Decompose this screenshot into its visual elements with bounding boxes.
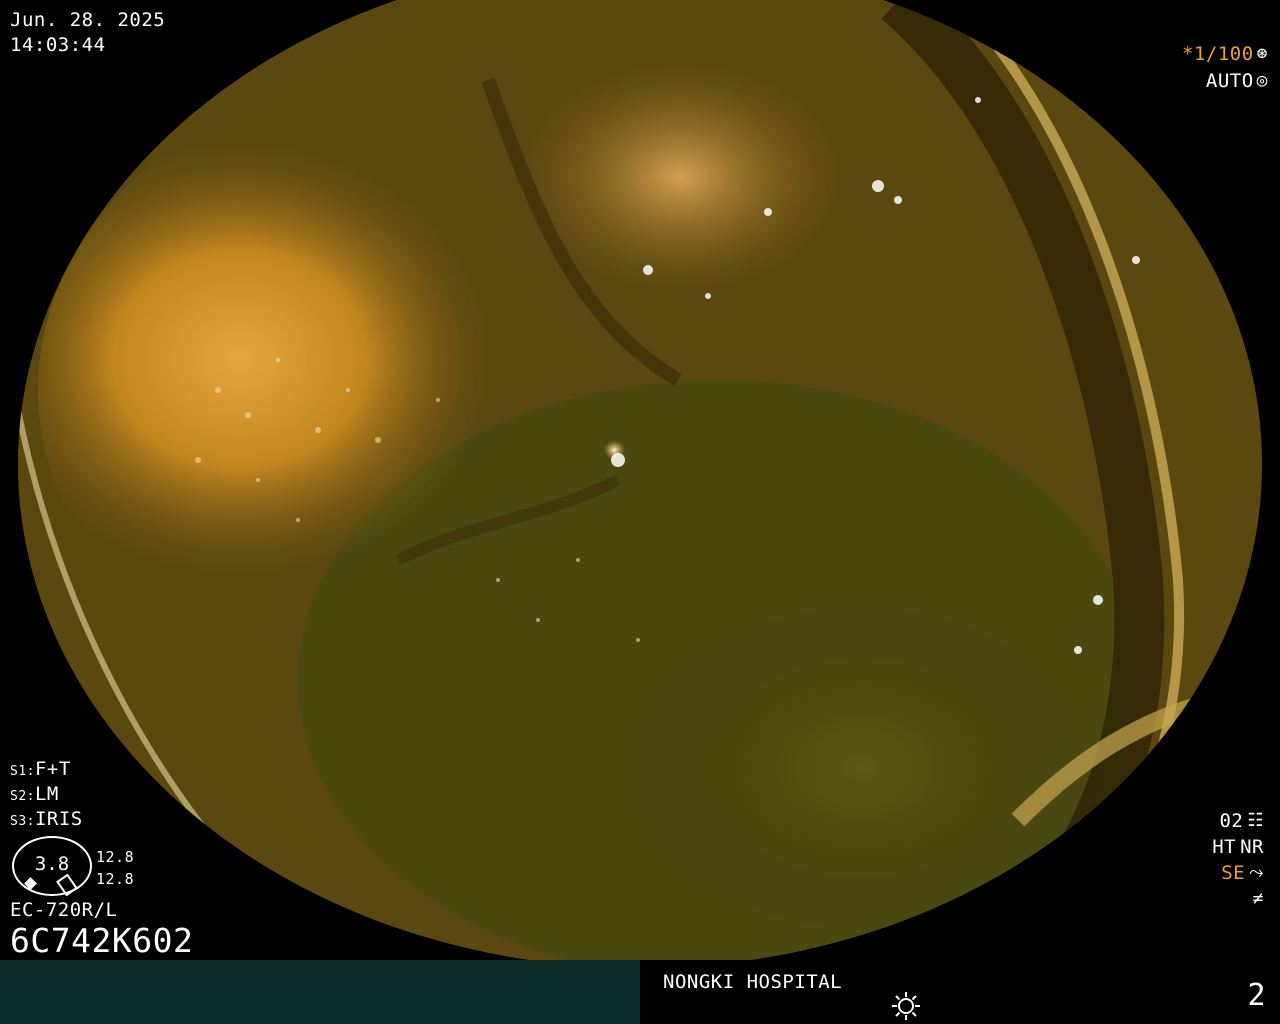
hospital-name: NONGKI HOSPITAL xyxy=(663,971,843,993)
patient-info-panel xyxy=(0,960,640,1024)
setting-s1-key: S1: xyxy=(10,764,35,779)
auto-iris-icon: ◎ xyxy=(1256,69,1268,91)
footer-bar xyxy=(0,960,1280,1024)
exposure-panel: *1/100 ⊛ AUTO ◎ xyxy=(1182,40,1268,94)
datetime-display: Jun. 28. 2025 14:03:44 xyxy=(10,8,165,58)
curve-icon: ⤳ xyxy=(1249,862,1264,883)
se-indicator: SE xyxy=(1221,862,1246,884)
scope-serial-number: 6C742K602 xyxy=(10,921,194,960)
setting-s2-key: S2: xyxy=(10,789,35,804)
scope-model: EC-720R/L xyxy=(10,899,118,921)
image-count: 2 xyxy=(1247,978,1266,1013)
setting-s1-value: F+T xyxy=(34,758,71,780)
image-processing-panel: 02 ☷ HT NR SE ⤳ ≠ xyxy=(1212,808,1264,912)
setting-s2-value: LM xyxy=(34,783,59,805)
endoscopy-monitor: Jun. 28. 2025 14:03:44 *1/100 ⊛ AUTO ◎ S… xyxy=(0,0,1280,1024)
setting-s1: S1:F+T xyxy=(10,757,83,782)
setting-s3: S3:IRIS xyxy=(10,807,83,832)
iris-gauge-value: 3.8 xyxy=(34,853,70,875)
iris-value-top: 12.8 xyxy=(96,848,135,866)
structure-enhancement-code: 02 xyxy=(1219,810,1244,832)
scope-switch-settings: S1:F+T S2:LM S3:IRIS xyxy=(10,757,83,832)
time-text: 14:03:44 xyxy=(10,34,106,56)
shutter-icon: ⊛ xyxy=(1256,42,1268,64)
ht-indicator: HT xyxy=(1212,836,1237,858)
date-text: Jun. 28. 2025 xyxy=(10,9,166,31)
iris-value-bottom: 12.8 xyxy=(96,870,135,888)
shutter-speed-text: *1/100 xyxy=(1182,42,1254,65)
mucosa-illustration xyxy=(18,0,1262,968)
nr-indicator: NR xyxy=(1240,836,1264,858)
setting-s2: S2:LM xyxy=(10,782,83,807)
iris-values: 12.8 12.8 xyxy=(96,846,134,890)
iris-gauge: 3.8 xyxy=(12,836,92,897)
exposure-mode-text: AUTO xyxy=(1205,69,1254,92)
endoscope-image xyxy=(18,0,1262,968)
setting-s3-value: IRIS xyxy=(34,808,83,830)
light-source-icon xyxy=(892,992,920,1020)
setting-s3-key: S3: xyxy=(10,814,35,829)
structure-enhancement-icon: ☷ xyxy=(1247,810,1264,831)
not-equal-icon: ≠ xyxy=(1252,888,1264,909)
